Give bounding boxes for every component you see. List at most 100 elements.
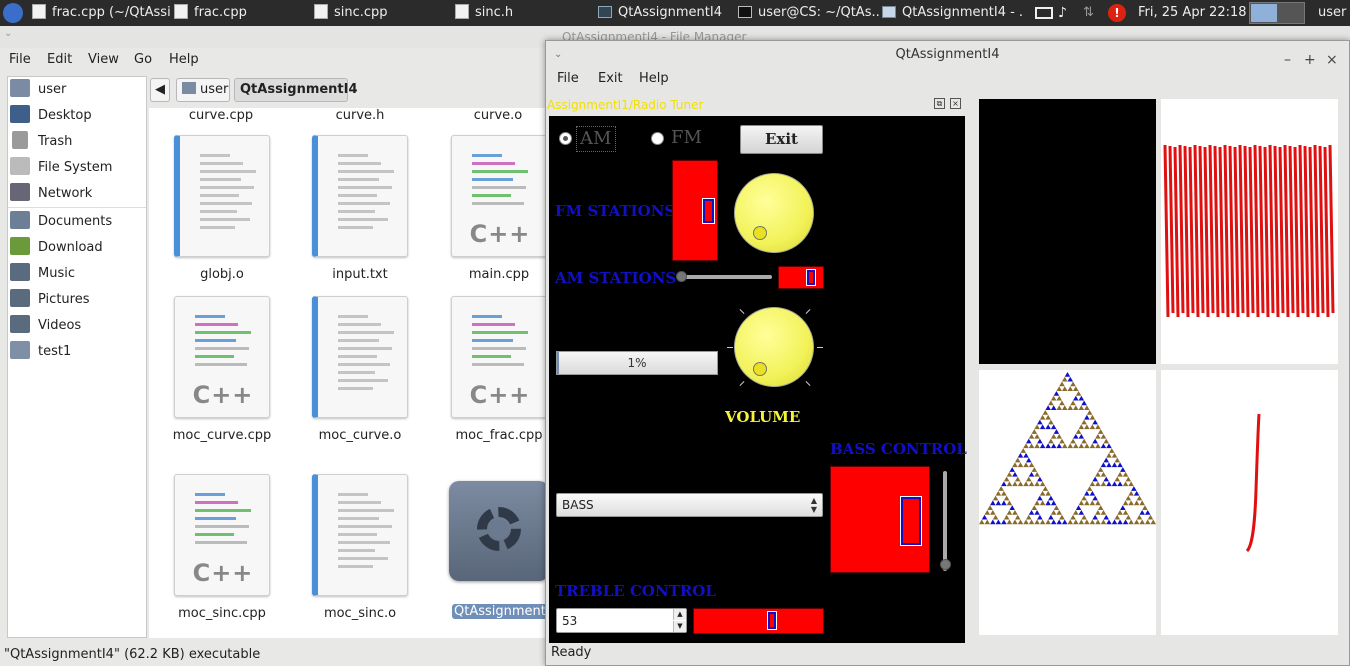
menu-edit[interactable]: Edit bbox=[47, 52, 72, 67]
file-item[interactable]: QtAssignmentI4 bbox=[449, 474, 545, 634]
plot-panel-top-right bbox=[1161, 99, 1338, 364]
file-label[interactable]: curve.h bbox=[291, 108, 429, 123]
close-icon[interactable]: × bbox=[1326, 46, 1338, 74]
dock-title[interactable]: AssignmentI1/Radio Tuner bbox=[547, 95, 967, 115]
chevron-down-icon[interactable]: ⌄ bbox=[554, 41, 562, 69]
triangle bbox=[1037, 419, 1043, 425]
fm-radio[interactable] bbox=[651, 132, 664, 145]
triangle bbox=[1037, 476, 1043, 482]
maximize-icon[interactable]: + bbox=[1304, 46, 1316, 74]
sidebar-item-user[interactable]: user bbox=[10, 78, 66, 102]
wave-lines bbox=[1163, 144, 1335, 318]
user-name[interactable]: user bbox=[1318, 0, 1350, 26]
triangle bbox=[987, 505, 993, 510]
select-arrows-icon: ▲ ▼ bbox=[810, 496, 817, 514]
triangle bbox=[1106, 462, 1112, 468]
triangle bbox=[1050, 405, 1057, 411]
workspace-1[interactable] bbox=[1251, 4, 1277, 22]
menu-view[interactable]: View bbox=[88, 52, 119, 67]
sidebar-item-music[interactable]: Music bbox=[10, 262, 75, 286]
file-label[interactable]: curve.o bbox=[429, 108, 545, 123]
taskbar-item-sinc-cpp[interactable]: sinc.cpp bbox=[314, 0, 434, 26]
sidebar-item-network[interactable]: Network bbox=[10, 182, 92, 206]
triangle bbox=[1026, 514, 1032, 520]
spin-up-icon[interactable]: ▲ bbox=[673, 609, 686, 620]
taskbar-item-file-manager[interactable]: QtAssignmentI4 - ... bbox=[882, 0, 1024, 26]
triangle bbox=[1125, 514, 1132, 520]
menu-go[interactable]: Go bbox=[134, 52, 152, 67]
file-item[interactable]: C++ moc_frac.cpp bbox=[451, 296, 545, 456]
clock[interactable]: Fri, 25 Apr 22:18 bbox=[1138, 0, 1248, 26]
sidebar-item-documents[interactable]: Documents bbox=[10, 210, 112, 234]
qt-menu-help[interactable]: Help bbox=[639, 71, 669, 86]
sidebar-item-trash[interactable]: Trash bbox=[10, 130, 72, 154]
breadcrumb-user[interactable]: user bbox=[176, 78, 230, 102]
volume-knob[interactable] bbox=[734, 307, 814, 387]
triangle bbox=[1120, 505, 1126, 510]
exit-button[interactable]: Exit bbox=[740, 125, 823, 154]
triangle bbox=[1059, 438, 1065, 444]
triangle bbox=[1001, 500, 1007, 506]
sidebar-item-download[interactable]: Download bbox=[10, 236, 103, 260]
wave-line bbox=[1328, 144, 1335, 314]
menu-file[interactable]: File bbox=[9, 52, 31, 67]
taskbar-item-terminal[interactable]: user@CS: ~/QtAs... bbox=[738, 0, 880, 26]
sidebar-item-desktop[interactable]: Desktop bbox=[10, 104, 92, 128]
sidebar-item-test1[interactable]: test1 bbox=[10, 340, 71, 364]
taskbar-item-sinc-h[interactable]: sinc.h bbox=[455, 0, 575, 26]
triangle bbox=[1111, 452, 1118, 458]
file-item[interactable]: C++ main.cpp bbox=[451, 135, 545, 295]
spin-down-icon[interactable]: ▼ bbox=[673, 621, 686, 632]
menu-help[interactable]: Help bbox=[169, 52, 199, 67]
fm-tuning-knob[interactable] bbox=[734, 173, 814, 253]
treble-spinbox[interactable]: 53 ▲ ▼ bbox=[556, 608, 687, 633]
taskbar-item-qtassignment[interactable]: QtAssignmentI4 bbox=[598, 0, 728, 26]
update-alert-icon[interactable]: ! bbox=[1108, 4, 1126, 22]
triangle bbox=[1053, 505, 1060, 510]
triangle bbox=[1100, 462, 1107, 468]
network-icon[interactable]: ⇅ bbox=[1083, 0, 1103, 26]
volume-icon[interactable]: ♪ bbox=[1058, 0, 1078, 26]
minimize-icon[interactable]: – bbox=[1284, 46, 1291, 74]
bass-select[interactable]: BASS ▲ ▼ bbox=[556, 493, 823, 517]
triangle bbox=[1070, 381, 1076, 387]
am-radio[interactable] bbox=[559, 132, 572, 145]
file-item[interactable]: C++ moc_sinc.cpp bbox=[174, 474, 270, 634]
mail-icon[interactable] bbox=[1035, 7, 1053, 19]
workspace-switcher[interactable] bbox=[1249, 2, 1305, 24]
wave-line bbox=[1273, 145, 1280, 318]
dock-close-icon[interactable]: × bbox=[950, 98, 961, 109]
triangle bbox=[1075, 505, 1082, 510]
menu-launcher-icon[interactable] bbox=[3, 3, 23, 23]
bass-slider-handle[interactable] bbox=[940, 559, 951, 570]
qt-menu-file[interactable]: File bbox=[557, 71, 579, 86]
dock-float-icon[interactable]: ⧉ bbox=[934, 98, 945, 109]
breadcrumb-qtassignment[interactable]: QtAssignmentI4 bbox=[234, 78, 358, 102]
file-item[interactable]: globj.o bbox=[174, 135, 270, 295]
am-radio-label[interactable]: AM bbox=[576, 126, 616, 152]
file-item[interactable]: moc_sinc.o bbox=[312, 474, 408, 634]
sidebar-item-videos[interactable]: Videos bbox=[10, 314, 81, 338]
am-slider-handle[interactable] bbox=[676, 271, 687, 282]
fm-radio-label[interactable]: FM bbox=[671, 127, 702, 148]
chevron-down-icon[interactable]: ⌄ bbox=[4, 28, 12, 39]
home-icon bbox=[182, 82, 196, 94]
fm-stations-label: FM STATIONS bbox=[555, 202, 676, 220]
wave-line bbox=[1303, 145, 1310, 318]
taskbar-item-frac[interactable]: frac.cpp bbox=[174, 0, 294, 26]
file-item[interactable]: moc_curve.o bbox=[312, 296, 408, 456]
file-label[interactable]: curve.cpp bbox=[152, 108, 290, 123]
file-item[interactable]: input.txt bbox=[312, 135, 408, 295]
am-station-digit bbox=[806, 269, 816, 286]
sidebar-item-pictures[interactable]: Pictures bbox=[10, 288, 89, 312]
qt-menu-exit[interactable]: Exit bbox=[598, 71, 623, 86]
breadcrumb-back-button[interactable]: ◀ bbox=[150, 78, 170, 102]
file-item[interactable]: C++ moc_curve.cpp bbox=[173, 296, 271, 456]
am-slider-track bbox=[680, 275, 772, 279]
triangle bbox=[1075, 429, 1082, 434]
taskbar-item-frac-editor[interactable]: frac.cpp (~/QtAssi... bbox=[32, 0, 172, 26]
file-name: moc_frac.cpp bbox=[455, 428, 543, 443]
sidebar-item-filesystem[interactable]: File System bbox=[10, 156, 112, 180]
wave-line bbox=[1323, 146, 1330, 318]
triangle bbox=[1012, 471, 1018, 477]
